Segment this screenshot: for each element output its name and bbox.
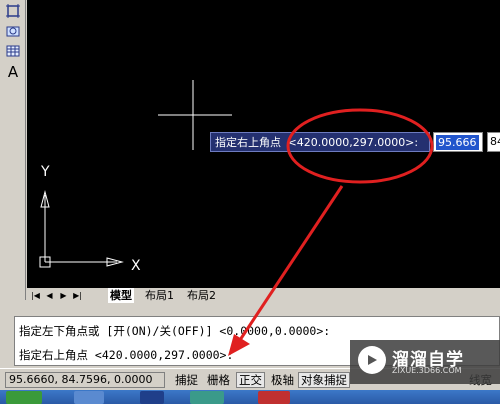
table-icon[interactable]	[3, 42, 23, 60]
taskbar-app-1[interactable]	[74, 391, 104, 404]
tab-last-button[interactable]: ▶|	[72, 289, 83, 302]
dynamic-field-1-value: 95.666	[436, 135, 479, 150]
polar-toggle[interactable]: 极轴	[268, 372, 297, 388]
osnap-toggle[interactable]: 对象捕捉	[298, 372, 350, 388]
command-history-line: 指定左下角点或 [开(ON)/关(OFF)] <0.0000,0.0000>:	[19, 324, 331, 338]
dynamic-input-field-2[interactable]: 84	[487, 132, 500, 152]
ucs-y-label: Y	[41, 164, 50, 180]
ucs-x-label: X	[131, 258, 141, 274]
command-current-line: 指定右上角点 <420.0000,297.0000>:	[19, 348, 234, 362]
dynamic-input-prompt: 指定右上角点 <420.0000,297.0000>:	[210, 132, 430, 152]
taskbar-app-4[interactable]	[258, 391, 290, 404]
tab-prev-button[interactable]: ◀	[44, 289, 55, 302]
tab-first-button[interactable]: |◀	[30, 289, 41, 302]
watermark-url: ZIXUE.3D66.COM	[392, 366, 462, 375]
tab-next-button[interactable]: ▶	[58, 289, 69, 302]
dynamic-input-field-1[interactable]: 95.666	[433, 132, 483, 152]
coordinate-readout: 95.6660, 84.7596, 0.0000	[5, 372, 165, 388]
block-icon[interactable]	[3, 2, 23, 20]
dynamic-field-2-value: 84	[490, 135, 500, 148]
start-button[interactable]	[6, 391, 42, 404]
layout-tabs-bar: |◀ ◀ ▶ ▶| 模型 布局1 布局2	[27, 288, 500, 304]
dynamic-default-value: <420.0000,297.0000>:	[287, 136, 419, 149]
taskbar-app-2[interactable]	[140, 391, 164, 404]
tab-layout1[interactable]: 布局1	[143, 288, 176, 303]
tab-model[interactable]: 模型	[108, 288, 134, 303]
taskbar-app-3[interactable]	[190, 391, 224, 404]
grid-toggle[interactable]: 栅格	[204, 372, 233, 388]
dynamic-prompt-text: 指定右上角点	[215, 136, 281, 149]
watermark-play-icon	[358, 346, 386, 374]
text-icon[interactable]: A	[3, 63, 23, 81]
taskbar	[0, 390, 500, 404]
region-icon[interactable]	[3, 22, 23, 40]
ortho-toggle[interactable]: 正交	[236, 372, 265, 388]
ucs-icon	[39, 190, 124, 268]
watermark: 溜溜自学 ZIXUE.3D66.COM	[350, 340, 500, 384]
left-toolbar: A	[0, 0, 26, 300]
snap-toggle[interactable]: 捕捉	[172, 372, 201, 388]
tab-layout2[interactable]: 布局2	[185, 288, 218, 303]
